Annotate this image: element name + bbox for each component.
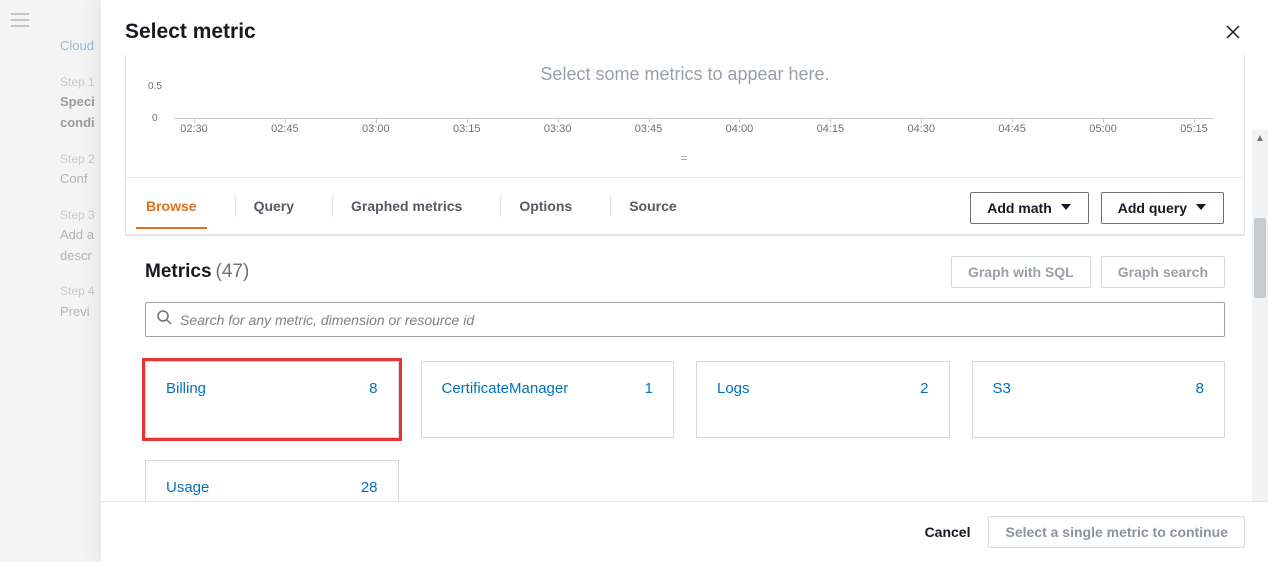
namespace-count: 2	[920, 380, 928, 397]
namespace-name: S3	[993, 380, 1011, 397]
metrics-search[interactable]	[145, 302, 1225, 337]
namespace-name: Usage	[166, 479, 209, 496]
close-icon[interactable]	[1221, 20, 1245, 44]
namespace-card-certificatemanager[interactable]: CertificateManager 1	[421, 361, 675, 438]
add-math-button[interactable]: Add math	[970, 192, 1089, 224]
y-tick-zero: 0	[152, 113, 158, 124]
namespace-count: 8	[1196, 380, 1204, 397]
x-tick: 03:15	[447, 123, 487, 147]
inner-scrollbar[interactable]: ▲ ▼	[1252, 130, 1268, 501]
namespace-card-s3[interactable]: S3 8	[972, 361, 1226, 438]
tab-query[interactable]: Query	[254, 198, 294, 228]
namespace-name: Billing	[166, 380, 206, 397]
x-tick: 05:15	[1174, 123, 1214, 147]
x-tick: 03:00	[356, 123, 396, 147]
namespace-card-logs[interactable]: Logs 2	[696, 361, 950, 438]
chart-area: 0.5 0 02:3002:4503:0003:1503:3003:4504:0…	[146, 87, 1224, 147]
x-tick: 02:45	[265, 123, 305, 147]
chart-placeholder-text: Select some metrics to appear here.	[146, 60, 1224, 87]
cancel-button[interactable]: Cancel	[925, 524, 971, 540]
select-metric-button: Select a single metric to continue	[988, 516, 1245, 548]
x-ticks: 02:30 02:45 03:00 03:15 03:30 03:45 04:00 04:15…	[174, 123, 1214, 147]
x-tick: 04:45	[992, 123, 1032, 147]
tab-source[interactable]: Source	[629, 198, 676, 228]
tab-graphed-metrics[interactable]: Graphed metrics	[351, 198, 462, 228]
search-input[interactable]	[180, 312, 1214, 328]
x-tick: 04:30	[901, 123, 941, 147]
x-tick: 04:15	[810, 123, 850, 147]
namespace-name: Logs	[717, 380, 750, 397]
x-tick: 04:00	[719, 123, 759, 147]
metric-namespace-grid: Billing 8 CertificateManager 1 Logs 2 S3 8 Usage…	[145, 361, 1225, 501]
chevron-down-icon	[1060, 200, 1072, 216]
y-tick-half: 0.5	[148, 81, 162, 92]
tab-options[interactable]: Options	[519, 198, 572, 228]
tabs-bar: Browse Query Graphed metrics Options Sou…	[125, 178, 1245, 235]
chart-panel: Select some metrics to appear here. 0.5 …	[125, 54, 1245, 178]
select-metric-modal: Select metric Select some metrics to app…	[100, 0, 1269, 562]
x-tick: 03:30	[538, 123, 578, 147]
namespace-card-usage[interactable]: Usage 28	[145, 460, 399, 501]
namespace-name: CertificateManager	[442, 380, 569, 397]
namespace-count: 1	[645, 380, 653, 397]
namespace-count: 8	[369, 380, 377, 397]
scroll-up-icon[interactable]: ▲	[1252, 130, 1268, 146]
graph-search-button[interactable]: Graph search	[1101, 256, 1225, 288]
modal-footer: Cancel Select a single metric to continu…	[101, 501, 1269, 562]
resize-handle-icon[interactable]: =	[146, 151, 1224, 165]
metrics-section: Metrics (47) Graph with SQL Graph search…	[125, 236, 1245, 501]
graph-with-sql-button[interactable]: Graph with SQL	[951, 256, 1091, 288]
add-query-button[interactable]: Add query	[1101, 192, 1224, 224]
x-tick: 05:00	[1083, 123, 1123, 147]
modal-title: Select metric	[125, 20, 1221, 44]
namespace-count: 28	[361, 479, 378, 496]
chevron-down-icon	[1195, 200, 1207, 216]
metrics-title: Metrics	[145, 261, 212, 283]
tab-browse[interactable]: Browse	[146, 198, 197, 228]
metrics-count: (47)	[216, 261, 250, 283]
x-tick: 03:45	[629, 123, 669, 147]
x-tick: 02:30	[174, 123, 214, 147]
namespace-card-billing[interactable]: Billing 8	[145, 361, 399, 438]
search-icon	[156, 309, 180, 330]
